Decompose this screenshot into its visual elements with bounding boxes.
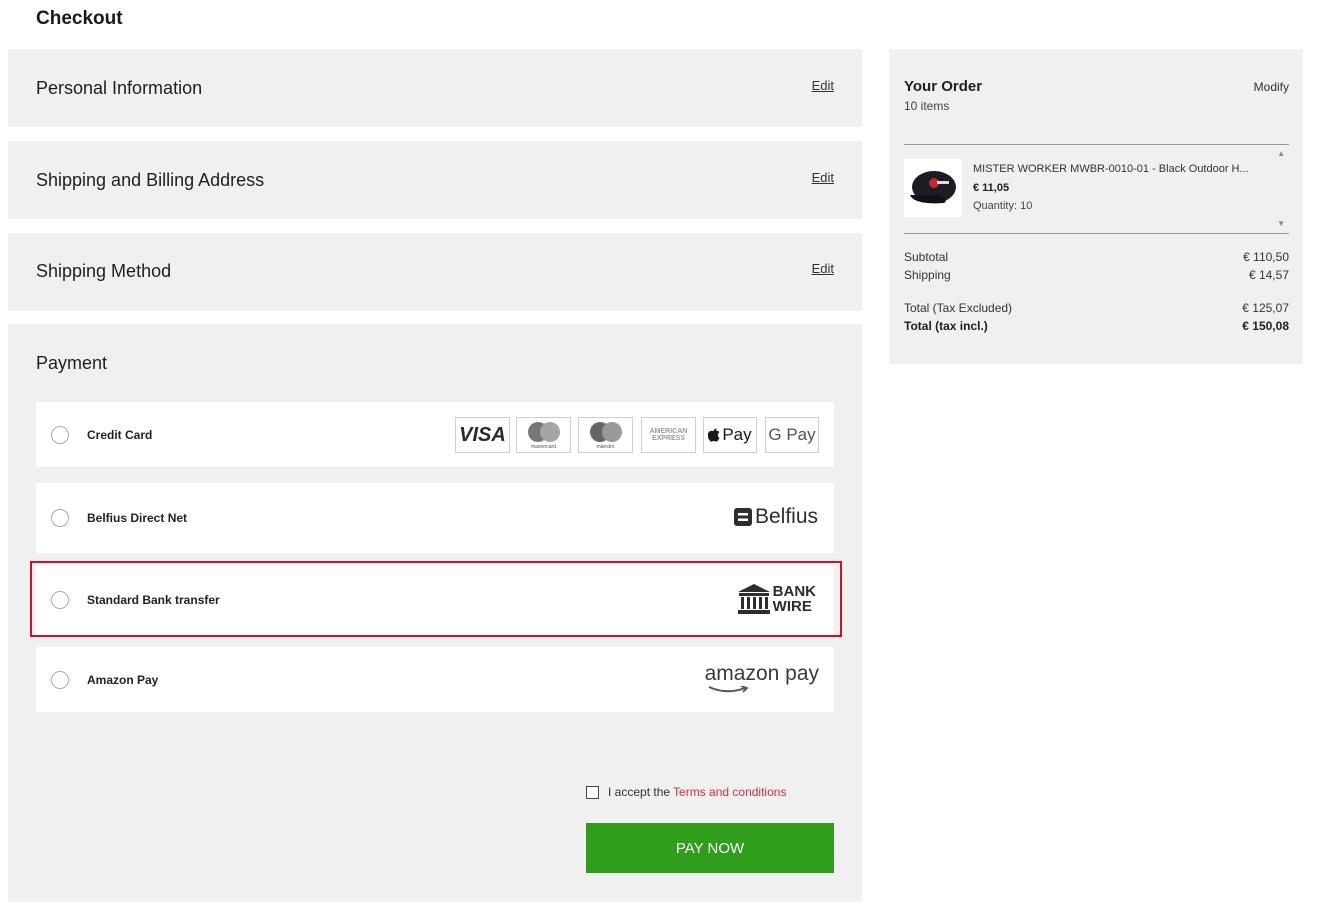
pay-now-button[interactable]: PAY NOW xyxy=(586,823,834,873)
selected-option-highlight xyxy=(30,561,842,637)
order-title: Your Order xyxy=(904,78,983,95)
total-excl-label: Total (Tax Excluded) xyxy=(904,301,1013,315)
total-incl-value: € 150,08 xyxy=(1242,319,1289,333)
scroll-up-icon[interactable]: ▲ xyxy=(1277,149,1285,158)
shipping-address-title: Shipping and Billing Address xyxy=(36,170,265,190)
belfius-mark-icon xyxy=(733,508,752,526)
personal-info-title: Personal Information xyxy=(36,78,203,98)
amex-logo-icon: AMERICAN EXPRESS xyxy=(641,417,696,453)
amazon-pay-logo-icon: amazon pay xyxy=(705,662,819,693)
terms-row: I accept the Terms and conditions xyxy=(586,785,786,799)
maestro-circles-icon xyxy=(589,422,622,442)
order-item-count: 10 items xyxy=(904,99,950,113)
amazon-smile-icon xyxy=(708,686,749,693)
payment-option-amazon-pay[interactable]: Amazon Pay amazon pay xyxy=(36,647,834,712)
belfius-logo-icon: Belfius xyxy=(733,505,818,529)
shipping-method-edit-link[interactable]: Edit xyxy=(812,261,834,276)
shipping-value: € 14,57 xyxy=(1248,268,1289,282)
belfius-radio[interactable] xyxy=(51,509,69,527)
payment-option-belfius[interactable]: Belfius Direct Net Belfius xyxy=(36,483,834,553)
shipping-row: Shipping € 14,57 xyxy=(904,268,1289,282)
personal-info-section: Personal Information Edit xyxy=(8,49,862,127)
total-excl-row: Total (Tax Excluded) € 125,07 xyxy=(904,301,1289,315)
page-title: Checkout xyxy=(36,8,123,29)
total-incl-row: Total (tax incl.) € 150,08 xyxy=(904,319,1289,333)
order-item-quantity: Quantity: 10 xyxy=(973,200,1033,212)
order-modify-link[interactable]: Modify xyxy=(1254,80,1289,94)
order-item-name: MISTER WORKER MWBR-0010-01 - Black Outdo… xyxy=(973,163,1249,175)
shipping-label: Shipping xyxy=(904,268,951,282)
mastercard-circles-icon xyxy=(527,422,560,442)
payment-option-credit-card[interactable]: Credit Card VISA mastercard maestro AMER… xyxy=(36,402,834,467)
divider xyxy=(904,233,1289,234)
belfius-label: Belfius Direct Net xyxy=(87,511,188,525)
shipping-method-section: Shipping Method Edit xyxy=(8,233,862,311)
product-thumbnail xyxy=(904,159,962,217)
credit-card-radio[interactable] xyxy=(51,426,69,444)
total-incl-label: Total (tax incl.) xyxy=(904,319,988,333)
terms-checkbox[interactable] xyxy=(586,785,599,799)
apple-pay-logo-icon: Pay xyxy=(703,417,757,453)
terms-text: I accept the xyxy=(608,785,671,799)
mastercard-logo-icon: mastercard xyxy=(516,417,571,453)
visa-logo-icon: VISA xyxy=(455,417,510,453)
payment-title: Payment xyxy=(36,353,108,373)
cap-image-icon xyxy=(910,171,956,204)
apple-icon xyxy=(708,428,720,442)
shipping-address-section: Shipping and Billing Address Edit xyxy=(8,141,862,219)
maestro-logo-icon: maestro xyxy=(578,417,633,453)
divider xyxy=(904,144,1289,145)
subtotal-row: Subtotal € 110,50 xyxy=(904,250,1289,264)
amazon-pay-radio[interactable] xyxy=(51,671,69,689)
shipping-address-edit-link[interactable]: Edit xyxy=(812,170,834,185)
google-pay-logo-icon: G Pay xyxy=(765,417,819,453)
subtotal-label: Subtotal xyxy=(904,250,949,264)
terms-link[interactable]: Terms and conditions xyxy=(673,785,786,799)
shipping-method-title: Shipping Method xyxy=(36,261,172,281)
order-item-price: € 11,05 xyxy=(973,182,1010,194)
amazon-pay-label: Amazon Pay xyxy=(87,673,159,687)
credit-card-label: Credit Card xyxy=(87,428,153,442)
subtotal-value: € 110,50 xyxy=(1243,250,1289,264)
order-summary-panel: Your Order 10 items Modify ▲ MISTER WORK… xyxy=(889,49,1303,364)
personal-info-edit-link[interactable]: Edit xyxy=(812,78,834,93)
total-excl-value: € 125,07 xyxy=(1242,301,1289,315)
scroll-down-icon[interactable]: ▼ xyxy=(1277,219,1285,228)
